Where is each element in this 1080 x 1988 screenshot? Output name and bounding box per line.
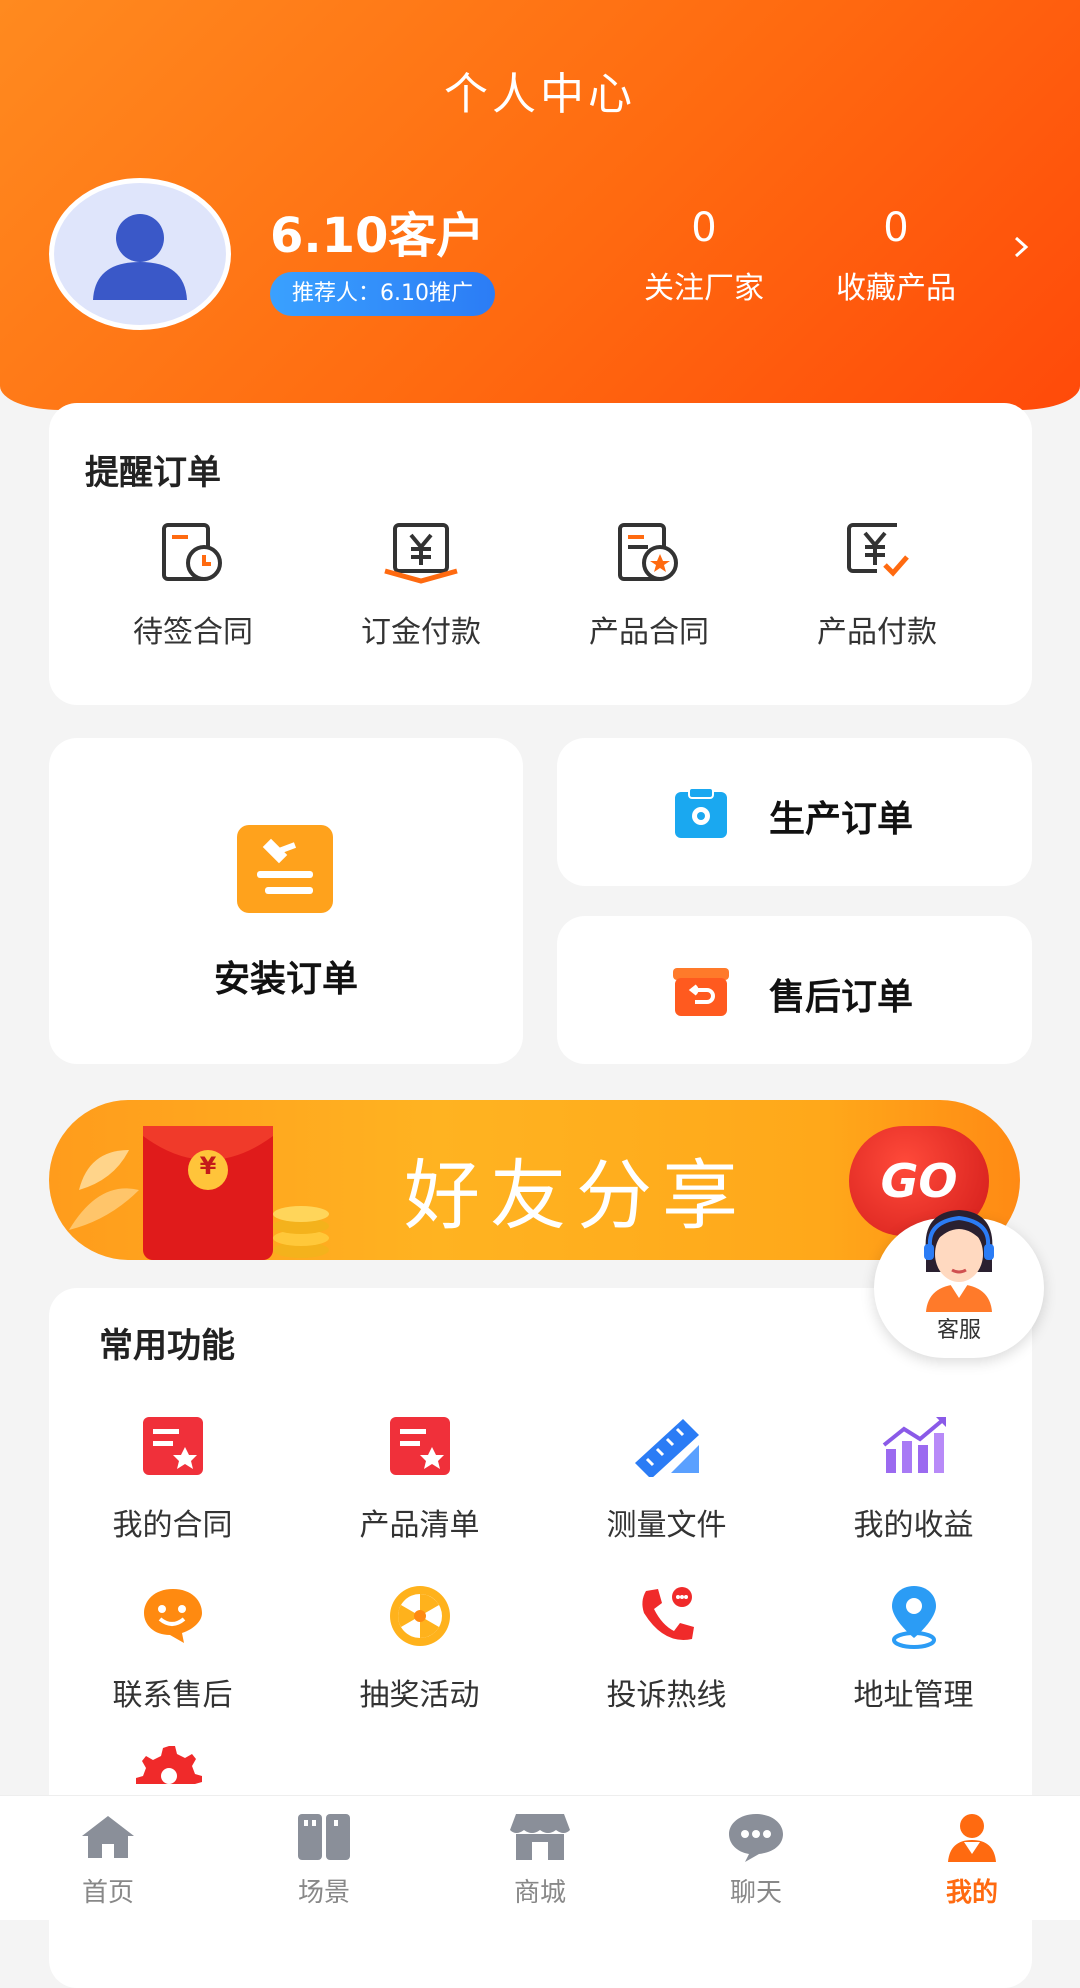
reminder-item-label: 订金付款 xyxy=(361,615,481,650)
contract-star-icon xyxy=(618,523,678,581)
user-avatar-icon xyxy=(93,214,187,300)
function-my-earnings[interactable]: 我的收益 xyxy=(790,1406,1037,1544)
reminder-item-label: 待签合同 xyxy=(133,615,253,650)
function-label: 地址管理 xyxy=(853,1678,974,1713)
list-star-icon xyxy=(389,1417,450,1475)
leaf-decoration-icon xyxy=(69,1150,139,1230)
reminder-item-product-contract[interactable]: 产品合同 xyxy=(535,513,763,651)
tab-label: 场景 xyxy=(297,1878,350,1908)
function-label: 测量文件 xyxy=(606,1508,727,1543)
location-pin-icon xyxy=(891,1586,936,1649)
wheel-icon xyxy=(389,1586,450,1646)
store-icon xyxy=(510,1814,570,1860)
function-complaint-hotline[interactable]: 投诉热线 xyxy=(543,1576,790,1714)
reminder-item-label: 产品付款 xyxy=(817,615,937,650)
profile-header: 个人中心 6.10客户 推荐人：6.10推广 0 关注厂家 0 收藏产品 xyxy=(0,0,1080,410)
function-label: 产品清单 xyxy=(359,1508,480,1543)
function-label: 我的收益 xyxy=(853,1508,974,1543)
chevron-right-icon[interactable] xyxy=(1010,236,1032,258)
yuan-check-icon xyxy=(847,523,909,577)
chart-up-icon xyxy=(882,1417,946,1473)
wrench-clipboard-icon xyxy=(237,825,333,913)
share-friends-banner[interactable]: ¥ 好友分享 GO xyxy=(49,1100,1020,1260)
section-title: 提醒订单 xyxy=(85,453,221,493)
reminder-orders-card: 提醒订单 待签合同 订金付款 产品合同 产品付款 xyxy=(49,403,1032,705)
tab-label: 聊天 xyxy=(729,1878,782,1908)
function-lottery[interactable]: 抽奖活动 xyxy=(296,1576,543,1714)
install-order-label: 安装订单 xyxy=(213,959,358,1000)
section-title: 常用功能 xyxy=(99,1326,235,1366)
yuan-payment-icon xyxy=(384,523,458,584)
phone-icon xyxy=(641,1587,694,1640)
red-envelope-icon xyxy=(143,1126,273,1260)
return-box-icon xyxy=(673,968,729,1016)
install-order-card[interactable]: 安装订单 xyxy=(49,738,523,1064)
service-agent-icon xyxy=(924,1210,994,1312)
username: 6.10客户 xyxy=(270,208,485,264)
contract-star-icon xyxy=(142,1417,203,1475)
reminder-item-label: 产品合同 xyxy=(589,615,709,650)
reminder-item-deposit-payment[interactable]: 订金付款 xyxy=(307,513,535,651)
avatar[interactable] xyxy=(49,178,231,330)
chat-icon xyxy=(729,1814,783,1862)
settings-gear-icon[interactable] xyxy=(136,1742,202,1798)
stat-value: 0 xyxy=(883,205,909,251)
function-address-management[interactable]: 地址管理 xyxy=(790,1576,1037,1714)
function-contact-after-sales[interactable]: 联系售后 xyxy=(49,1576,296,1714)
tab-home[interactable]: 首页 xyxy=(0,1796,216,1920)
reminder-item-product-payment[interactable]: 产品付款 xyxy=(763,513,991,651)
after-sales-order-label: 售后订单 xyxy=(769,977,914,1018)
stat-label: 收藏产品 xyxy=(836,271,956,306)
stat-value: 0 xyxy=(691,205,717,251)
function-label: 联系售后 xyxy=(112,1678,233,1713)
production-order-label: 生产订单 xyxy=(769,799,914,840)
tab-chat[interactable]: 聊天 xyxy=(648,1796,864,1920)
function-label: 我的合同 xyxy=(112,1508,233,1543)
service-label: 客服 xyxy=(936,1318,981,1343)
production-order-card[interactable]: 生产订单 xyxy=(557,738,1032,886)
function-product-list[interactable]: 产品清单 xyxy=(296,1406,543,1544)
function-my-contract[interactable]: 我的合同 xyxy=(49,1406,296,1544)
stat-followed-factories[interactable]: 0 关注厂家 xyxy=(614,205,794,307)
tab-label: 商城 xyxy=(513,1878,566,1908)
user-icon xyxy=(948,1814,996,1862)
function-measurement-files[interactable]: 测量文件 xyxy=(543,1406,790,1544)
referrer-badge: 推荐人：6.10推广 xyxy=(270,272,495,316)
stat-favorite-products[interactable]: 0 收藏产品 xyxy=(806,205,986,307)
bottom-tab-bar: 首页 场景 商城 聊天 我的 xyxy=(0,1795,1080,1920)
tab-scene[interactable]: 场景 xyxy=(216,1796,432,1920)
function-label: 抽奖活动 xyxy=(359,1678,480,1713)
scene-icon xyxy=(298,1814,350,1860)
envelope-yuan-symbol: ¥ xyxy=(199,1152,217,1180)
banner-title: 好友分享 xyxy=(404,1151,748,1240)
tab-store[interactable]: 商城 xyxy=(432,1796,648,1920)
customer-service-button[interactable]: 客服 xyxy=(874,1210,1044,1358)
production-clipboard-icon xyxy=(675,787,727,838)
tab-label: 首页 xyxy=(81,1878,134,1908)
tab-mine[interactable]: 我的 xyxy=(864,1796,1080,1920)
ruler-icon xyxy=(634,1419,699,1477)
chat-face-icon xyxy=(143,1589,202,1643)
function-label: 投诉热线 xyxy=(606,1678,727,1713)
stat-label: 关注厂家 xyxy=(644,271,764,306)
reminder-item-pending-contract[interactable]: 待签合同 xyxy=(79,513,307,651)
coin-stack-icon xyxy=(273,1206,329,1258)
after-sales-order-card[interactable]: 售后订单 xyxy=(557,916,1032,1064)
contract-clock-icon xyxy=(162,523,222,581)
home-icon xyxy=(82,1816,134,1858)
tab-label: 我的 xyxy=(945,1878,998,1908)
page-title: 个人中心 xyxy=(444,69,636,120)
